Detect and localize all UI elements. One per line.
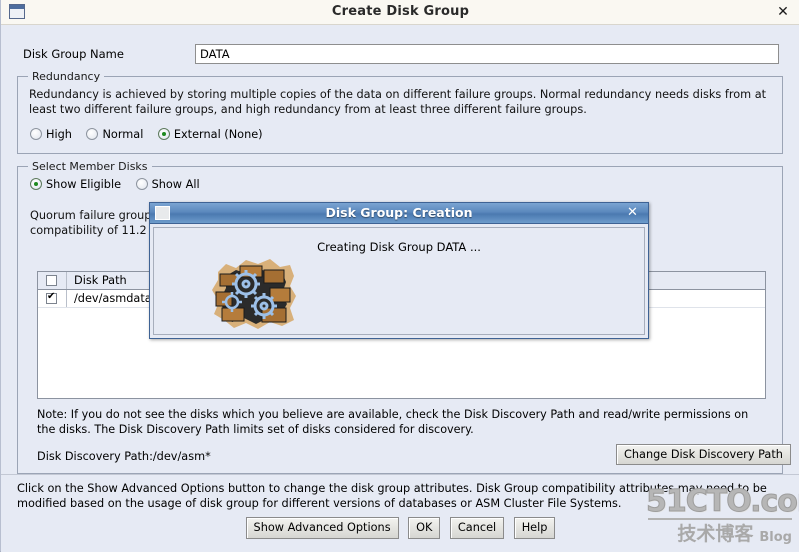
disk-group-name-input[interactable] [195,44,779,64]
disk-group-name-label: Disk Group Name [23,47,124,61]
cancel-button[interactable]: Cancel [449,517,505,539]
window-titlebar: Create Disk Group ✕ [1,0,799,25]
disk-filter-radio-group: Show Eligible Show All [30,177,211,191]
select-all-checkbox[interactable] [46,275,57,286]
radio-show-all[interactable]: Show All [135,177,200,191]
advanced-options-note: Click on the Show Advanced Options butto… [17,482,767,510]
radio-label: External (None) [173,127,263,141]
radio-dot-icon [135,177,148,190]
redundancy-groupbox: Redundancy Redundancy is achieved by sto… [17,70,783,154]
redundancy-radio-group: High Normal External (None) [30,127,274,141]
column-header-disk-path: Disk Path [74,274,127,287]
dialog-titlebar: Disk Group: Creation ✕ [150,203,648,224]
radio-label: Show Eligible [46,177,122,191]
radio-label: High [46,127,72,141]
disk-discovery-path-label: Disk Discovery Path:/dev/asm* [37,450,211,463]
close-icon[interactable]: ✕ [775,4,791,20]
dialog-button-row: Show Advanced Options OK Cancel Help [1,517,799,539]
disk-discovery-note: Note: If you do not see the disks which … [37,408,749,436]
change-disk-discovery-path-button[interactable]: Change Disk Discovery Path [616,444,791,465]
radio-dot-icon [86,127,99,140]
disk-group-name-row: Disk Group Name [23,44,783,66]
help-button[interactable]: Help [513,517,556,539]
radio-redundancy-normal[interactable]: Normal [86,127,144,141]
dialog-close-icon[interactable]: ✕ [625,205,640,221]
radio-dot-icon [30,127,42,140]
footer-divider [1,474,799,475]
dialog-message: Creating Disk Group DATA ... [317,240,481,254]
cell-disk-path: /dev/asmdata [74,292,152,305]
radio-dot-icon [30,177,42,190]
page-title: Create Disk Group [331,4,470,19]
table-header-checkbox-cell[interactable] [38,272,67,289]
disk-group-creation-dialog: Disk Group: Creation ✕ Creating Disk Gro… [149,202,649,339]
dialog-title: Disk Group: Creation [325,205,473,220]
show-advanced-options-button[interactable]: Show Advanced Options [245,517,399,539]
member-disks-legend: Select Member Disks [28,160,152,173]
redundancy-legend: Redundancy [28,70,105,83]
create-disk-group-window: Create Disk Group ✕ Disk Group Name Redu… [0,0,799,552]
row-checkbox-cell[interactable] [38,290,67,307]
row-select-checkbox[interactable] [46,291,57,304]
redundancy-description: Redundancy is achieved by storing multip… [29,88,767,116]
radio-redundancy-high[interactable]: High [30,127,72,141]
breaking-wall-gears-icon [206,256,302,332]
ok-button[interactable]: OK [408,517,441,539]
radio-label: Normal [102,127,144,141]
radio-dot-icon [157,127,170,140]
dialog-body: Creating Disk Group DATA ... [153,227,645,335]
radio-redundancy-external[interactable]: External (None) [157,127,263,141]
radio-label: Show All [151,177,200,191]
radio-show-eligible[interactable]: Show Eligible [30,177,122,191]
